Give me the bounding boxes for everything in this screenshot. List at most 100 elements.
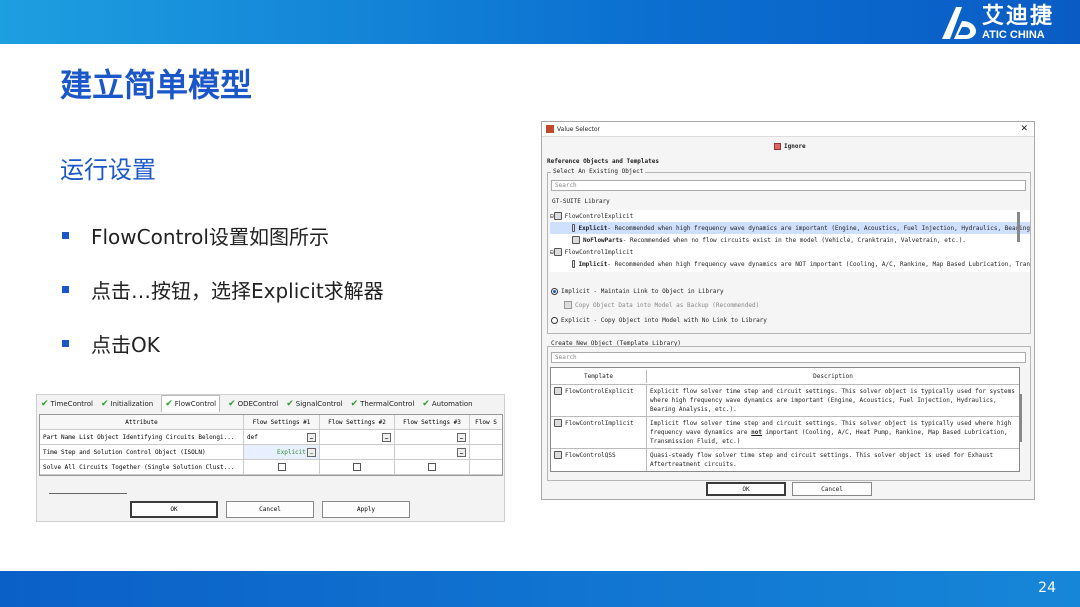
template-table: Template Description FlowControlExplicit… (550, 367, 1020, 472)
bullet-list: FlowControl设置如图所示 点击…按钮，选择Explicit求解器 点击… (62, 208, 384, 370)
tree-desc: - Recommended when no flow circuits exis… (622, 236, 966, 244)
value-cell[interactable] (320, 445, 395, 459)
tab-label: ThermalControl (360, 399, 415, 408)
desc-emphasis: not (751, 429, 762, 436)
value-selector-dialog: Value Selector ✕ Ignore Reference Object… (541, 121, 1035, 500)
check-icon: ✔ (100, 398, 109, 409)
tree-leaf-selected[interactable]: Explicit - Recommended when high frequen… (550, 222, 1030, 234)
column-header: Flow Settings #1 (244, 415, 320, 429)
value-cell[interactable]: … (320, 430, 395, 444)
ellipsis-button[interactable]: … (307, 432, 316, 442)
check-icon: ✔ (228, 398, 236, 409)
ellipsis-button[interactable]: … (307, 447, 316, 457)
tab-label: FlowControl (174, 400, 217, 408)
column-header: Flow Settings #3 (395, 415, 470, 429)
column-header: Description (813, 372, 853, 380)
tab-flowcontrol[interactable]: ✔ FlowControl (161, 395, 221, 412)
value-cell[interactable]: … (395, 430, 470, 444)
tree-node[interactable]: ⊟ FlowControlImplicit (550, 246, 1030, 258)
search-input[interactable]: Search (551, 180, 1026, 191)
value-cell[interactable]: … (395, 445, 470, 459)
tree-scrollbar[interactable] (1017, 212, 1020, 242)
template-name-cell: FlowControlQSS (551, 449, 647, 471)
reference-header: Reference Objects and Templates (547, 158, 659, 165)
apply-button[interactable]: Apply (322, 501, 410, 518)
radio-explicit[interactable]: Explicit - Copy Object into Model with N… (551, 317, 767, 324)
tab-timecontrol[interactable]: ✔ TimeControl (41, 399, 93, 409)
table-header-row: Template Description (551, 368, 1019, 385)
bullet-item: 点击…按钮，选择Explicit求解器 (62, 262, 384, 316)
checkbox[interactable] (564, 301, 572, 309)
bullet-square-icon (62, 231, 69, 239)
tree-leaf[interactable]: NoFlowParts - Recommended when no flow c… (550, 234, 1030, 246)
ok-button[interactable]: OK (130, 501, 218, 518)
radio-label: Implicit - Maintain Link to Object in Li… (561, 288, 724, 295)
tab-label: Automation (431, 399, 473, 408)
checkbox-label: Copy Object Data into Model as Backup (R… (575, 301, 760, 309)
tree-node[interactable]: ⊟ FlowControlExplicit (550, 210, 1030, 222)
template-icon (554, 387, 562, 395)
bullet-text: 点击…按钮，选择Explicit求解器 (91, 278, 384, 303)
ellipsis-button[interactable]: … (457, 432, 466, 442)
page-number: 24 (1038, 580, 1056, 596)
tab-initialization[interactable]: ✔ Initialization (101, 399, 153, 409)
slide-title: 建立简单模型 (60, 66, 253, 104)
tree-leaf[interactable]: Implicit - Recommended when high frequen… (550, 258, 1030, 270)
bullet-text: 点击OK (91, 332, 160, 357)
library-tree: ⊟ FlowControlExplicit Explicit - Recommen… (550, 210, 1030, 272)
cancel-button[interactable]: Cancel (226, 501, 314, 518)
value-cell[interactable] (470, 445, 502, 459)
checkbox[interactable] (428, 463, 436, 471)
ellipsis-button[interactable]: … (457, 447, 466, 457)
radio-button[interactable] (551, 288, 558, 295)
tree-desc: - Recommended when high frequency wave d… (607, 224, 1030, 232)
radio-implicit[interactable]: Implicit - Maintain Link to Object in Li… (551, 288, 724, 295)
copy-backup-checkbox[interactable]: Copy Object Data into Model as Backup (R… (564, 301, 759, 309)
template-icon (554, 451, 562, 459)
checkbox[interactable] (277, 463, 286, 471)
dialog-cancel-button[interactable]: Cancel (792, 482, 872, 496)
template-search-input[interactable]: Search (551, 352, 1026, 363)
existing-label: Select An Existing Object (551, 168, 646, 175)
template-name-cell: FlowControlImplicit (551, 417, 647, 448)
flowcontrol-panel: ✔ TimeControl ✔ Initialization ✔ FlowContro… (36, 394, 505, 522)
table-row[interactable]: FlowControlImplicit Implicit flow solver… (551, 417, 1019, 449)
tab-label: SignalControl (295, 399, 343, 408)
attribute-grid: Attribute Flow Settings #1 Flow Settings… (39, 414, 503, 476)
template-name: FlowControlImplicit (565, 420, 634, 427)
table-row[interactable]: FlowControlExplicit Explicit flow solver… (551, 385, 1019, 417)
slide-subtitle: 运行设置 (60, 156, 156, 184)
attribute-name: Part Name List Object Identifying Circui… (40, 430, 244, 444)
table-row[interactable]: FlowControlQSS Quasi-steady flow solver … (551, 449, 1019, 471)
folder-icon (553, 212, 562, 220)
value-cell-selected[interactable]: Explicit… (244, 445, 320, 459)
column-header: Attribute (40, 415, 244, 429)
value-cell[interactable]: def… (244, 430, 320, 444)
radio-button[interactable] (551, 317, 558, 324)
bullet-item: 点击OK (62, 316, 384, 370)
dialog-ok-button[interactable]: OK (706, 482, 786, 496)
ellipsis-button[interactable]: … (382, 432, 391, 442)
ignore-button[interactable]: Ignore (774, 143, 806, 150)
value-cell (244, 460, 320, 474)
column-header: Flow Settings #2 (320, 415, 395, 429)
tab-thermalcontrol[interactable]: ✔ ThermalControl (351, 399, 415, 409)
tab-signalcontrol[interactable]: ✔ SignalControl (286, 399, 342, 409)
app-icon (546, 125, 554, 133)
value-cell[interactable] (470, 430, 502, 444)
template-name: FlowControlQSS (565, 452, 616, 459)
tab-label: Initialization (110, 399, 154, 408)
tab-odecontrol[interactable]: ✔ ODEControl (228, 399, 278, 409)
tab-automation[interactable]: ✔ Automation (422, 399, 472, 409)
attribute-name: Solve All Circuits Together (Single Solu… (40, 460, 244, 474)
bullet-text: FlowControl设置如图所示 (91, 224, 329, 249)
checkbox[interactable] (353, 463, 361, 471)
close-icon[interactable]: ✕ (1020, 124, 1028, 134)
grid-header-row: Attribute Flow Settings #1 Flow Settings… (40, 415, 502, 430)
atic-logo-icon (941, 7, 976, 39)
logo-chinese-text: 艾迪捷 (981, 3, 1054, 29)
table-scrollbar[interactable] (1019, 394, 1022, 442)
template-icon (554, 419, 562, 427)
object-icon (572, 260, 576, 268)
footer-bar: 24 (0, 571, 1080, 607)
